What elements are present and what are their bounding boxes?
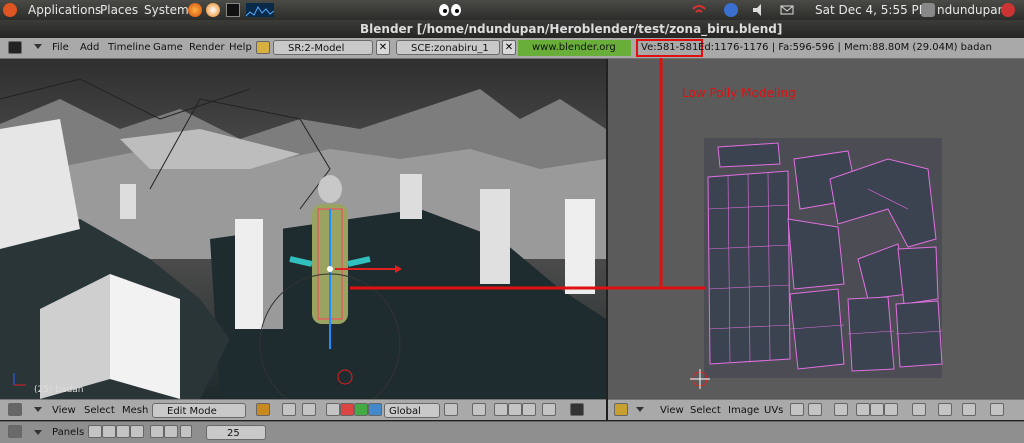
render-icon[interactable] <box>570 403 584 416</box>
uv-pivot-icon[interactable] <box>790 403 804 416</box>
occlude-icon[interactable] <box>542 403 556 416</box>
draw-type-icon[interactable] <box>256 403 270 416</box>
uv-menu-select[interactable]: Select <box>690 405 721 416</box>
chevron-down-icon[interactable] <box>34 407 42 412</box>
pivot-icon[interactable] <box>282 403 296 416</box>
vertex-select-icon[interactable] <box>494 403 508 416</box>
uv-snap-icon[interactable] <box>912 403 926 416</box>
uv-face-select-icon[interactable] <box>884 403 898 416</box>
rotate-manipulator-icon[interactable] <box>340 403 354 416</box>
uv-menu-image[interactable]: Image <box>728 405 759 416</box>
script-icon[interactable] <box>102 425 116 438</box>
view3d-menu-select[interactable]: Select <box>84 405 115 416</box>
uv-sticky-icon[interactable] <box>834 403 848 416</box>
uv-sync-icon[interactable] <box>808 403 822 416</box>
buttons-window-type-icon[interactable] <box>8 425 22 438</box>
translate-manipulator-icon[interactable] <box>368 403 382 416</box>
snap-icon[interactable] <box>472 403 486 416</box>
scene-icon[interactable] <box>164 425 178 438</box>
chevron-down-icon[interactable] <box>636 407 644 412</box>
mode-selector[interactable]: Edit Mode <box>152 403 246 418</box>
frame-field[interactable]: 25 <box>206 425 266 440</box>
panels-menu[interactable]: Panels <box>52 427 84 438</box>
view3d-window-type-icon[interactable] <box>8 403 22 416</box>
object-icon[interactable] <box>130 425 144 438</box>
edge-select-icon[interactable] <box>508 403 522 416</box>
scale-manipulator-icon[interactable] <box>354 403 368 416</box>
orientation-selector[interactable]: Global <box>384 403 440 418</box>
annotation-label: Low Polly Modeling <box>682 86 796 100</box>
uv-menu-uvs[interactable]: UVs <box>764 405 783 416</box>
uv-vertex-select-icon[interactable] <box>856 403 870 416</box>
annotation-overlay <box>350 58 705 290</box>
view3d-header: View Select Mesh Edit Mode Global <box>0 399 606 420</box>
shading-icon[interactable] <box>116 425 130 438</box>
uv-menu-view[interactable]: View <box>660 405 684 416</box>
hand-icon[interactable] <box>326 403 340 416</box>
buttons-window-header: Panels 25 <box>0 421 1024 443</box>
view3d-menu-view[interactable]: View <box>52 405 76 416</box>
uv-editor-header: View Select Image UVs <box>608 399 1024 420</box>
proportional-edit-icon[interactable] <box>444 403 458 416</box>
logic-icon[interactable] <box>88 425 102 438</box>
editing-icon[interactable] <box>150 425 164 438</box>
face-select-icon[interactable] <box>522 403 536 416</box>
chevron-down-icon[interactable] <box>34 430 42 435</box>
frame-prev-button[interactable] <box>180 425 192 438</box>
layer-icon[interactable] <box>302 403 316 416</box>
view3d-menu-mesh[interactable]: Mesh <box>122 405 148 416</box>
uv-lock-icon[interactable] <box>962 403 976 416</box>
uv-image-browse-icon[interactable] <box>990 403 1004 416</box>
uv-edge-select-icon[interactable] <box>870 403 884 416</box>
uv-proportional-icon[interactable] <box>938 403 952 416</box>
uv-window-type-icon[interactable] <box>614 403 628 416</box>
